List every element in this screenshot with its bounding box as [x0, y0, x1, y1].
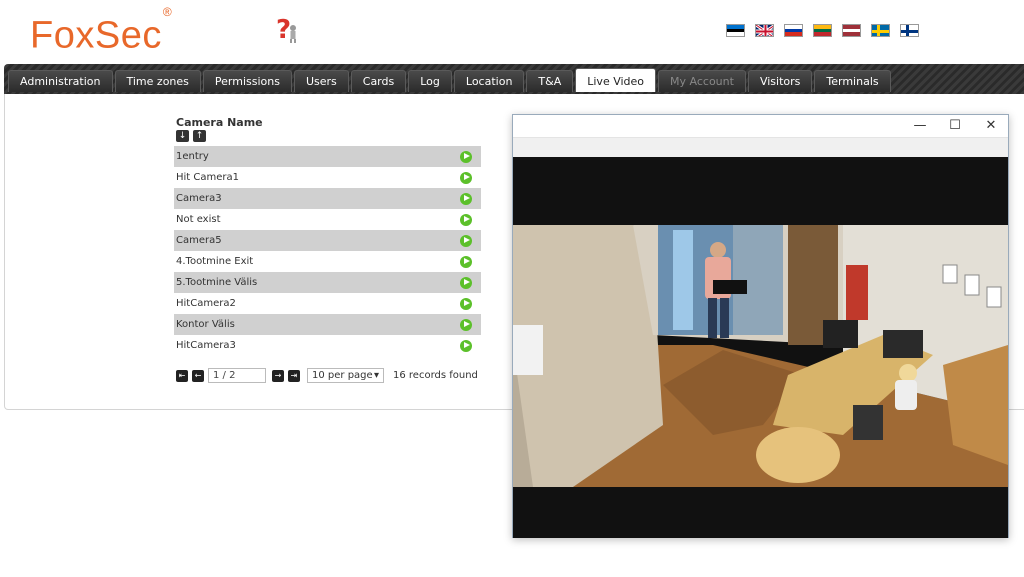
camera-name: Kontor Välis	[176, 319, 235, 330]
play-icon[interactable]	[460, 276, 472, 289]
tab-terminals[interactable]: Terminals	[814, 70, 891, 92]
camera-name: Camera5	[176, 235, 222, 246]
pagination: ⇤ ← 1 / 2 → ⇥ 10 per page ▾ 16 records f…	[176, 368, 478, 383]
play-icon[interactable]	[460, 255, 472, 268]
maximize-icon[interactable]: ☐	[938, 115, 972, 137]
close-icon[interactable]: ✕	[974, 115, 1008, 137]
window-toolbar	[513, 137, 1008, 157]
last-page-button[interactable]: ⇥	[288, 369, 300, 382]
play-icon[interactable]	[460, 234, 472, 247]
next-page-button[interactable]: →	[272, 369, 284, 382]
minimize-icon[interactable]: —	[903, 115, 937, 137]
main-tabs: Administration Time zones Permissions Us…	[8, 68, 891, 92]
language-selector	[726, 24, 919, 37]
camera-list: 1entry Hit Camera1 Camera3 Not exist Cam…	[174, 146, 481, 356]
tab-time-attendance[interactable]: T&A	[526, 70, 574, 92]
camera-row[interactable]: HitCamera2	[174, 293, 481, 314]
tab-visitors[interactable]: Visitors	[747, 70, 813, 92]
logo-text: FoxSec	[30, 14, 162, 57]
camera-row[interactable]: 4.Tootmine Exit	[174, 251, 481, 272]
registered-mark: ®	[162, 5, 173, 19]
tab-location[interactable]: Location	[453, 70, 525, 92]
play-icon[interactable]	[460, 213, 472, 226]
camera-name: Not exist	[176, 214, 221, 225]
tab-my-account[interactable]: My Account	[658, 70, 746, 92]
flag-lithuania-icon[interactable]	[813, 24, 832, 37]
flag-russia-icon[interactable]	[784, 24, 803, 37]
first-page-button[interactable]: ⇤	[176, 369, 188, 382]
camera-row[interactable]: Camera5	[174, 230, 481, 251]
flag-finland-icon[interactable]	[900, 24, 919, 37]
camera-name: 5.Tootmine Välis	[176, 277, 258, 288]
play-icon[interactable]	[460, 318, 472, 331]
camera-name: 4.Tootmine Exit	[176, 256, 254, 267]
tab-permissions[interactable]: Permissions	[202, 70, 292, 92]
flag-latvia-icon[interactable]	[842, 24, 861, 37]
camera-row[interactable]: 5.Tootmine Välis	[174, 272, 481, 293]
tab-log[interactable]: Log	[408, 70, 452, 92]
flag-sweden-icon[interactable]	[871, 24, 890, 37]
tab-administration[interactable]: Administration	[8, 70, 113, 92]
camera-name: Hit Camera1	[176, 172, 240, 183]
camera-row[interactable]: Not exist	[174, 209, 481, 230]
camera-row[interactable]: Hit Camera1	[174, 167, 481, 188]
camera-name: 1entry	[176, 151, 209, 162]
sort-descending-button[interactable]: ↓	[176, 130, 189, 142]
prev-page-button[interactable]: ←	[192, 369, 204, 382]
play-icon[interactable]	[460, 171, 472, 184]
camera-row[interactable]: Camera3	[174, 188, 481, 209]
camera-name: Camera3	[176, 193, 222, 204]
camera-name: HitCamera2	[176, 298, 236, 309]
page-input[interactable]: 1 / 2	[208, 368, 266, 383]
flag-estonia-icon[interactable]	[726, 24, 745, 37]
play-icon[interactable]	[460, 150, 472, 163]
flag-uk-icon[interactable]	[755, 24, 774, 37]
video-feed[interactable]	[513, 157, 1008, 538]
play-icon[interactable]	[460, 339, 472, 352]
window-titlebar[interactable]: — ☐ ✕	[513, 115, 1008, 137]
chevron-down-icon: ▾	[373, 370, 379, 381]
sort-ascending-button[interactable]: ↑	[193, 130, 206, 142]
camera-row[interactable]: 1entry	[174, 146, 481, 167]
records-count: 16 records found	[393, 370, 478, 381]
per-page-value: 10 per page	[312, 370, 373, 381]
tab-time-zones[interactable]: Time zones	[114, 70, 201, 92]
camera-name-header: Camera Name	[176, 116, 263, 129]
help-question-icon[interactable]: ?	[275, 14, 301, 45]
per-page-select[interactable]: 10 per page ▾	[307, 368, 384, 383]
tab-users[interactable]: Users	[293, 70, 349, 92]
sort-buttons: ↓ ↑	[176, 130, 206, 142]
camera-row[interactable]: HitCamera3	[174, 335, 481, 356]
foxsec-logo: FoxSec®	[30, 5, 172, 57]
camera-name: HitCamera3	[176, 340, 236, 351]
tab-live-video[interactable]: Live Video	[575, 68, 657, 92]
tab-cards[interactable]: Cards	[350, 70, 407, 92]
svg-text:?: ?	[276, 15, 291, 44]
camera-row[interactable]: Kontor Välis	[174, 314, 481, 335]
live-video-window[interactable]: — ☐ ✕	[512, 114, 1009, 538]
play-icon[interactable]	[460, 297, 472, 310]
play-icon[interactable]	[460, 192, 472, 205]
camera-scene-image	[513, 225, 1008, 487]
